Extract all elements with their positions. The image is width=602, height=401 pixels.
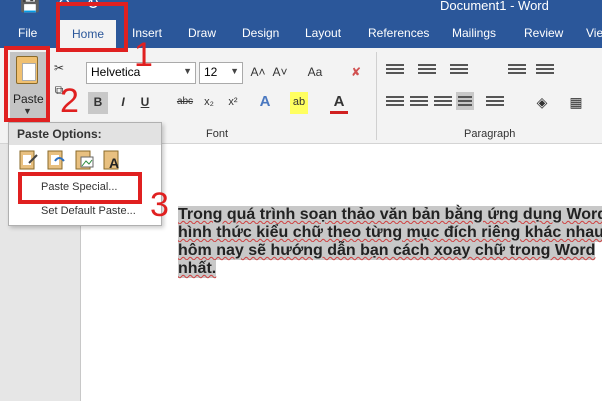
align-center-icon[interactable]	[410, 94, 428, 112]
keep-source-formatting-icon[interactable]	[17, 149, 39, 171]
step-number-3: 3	[150, 186, 169, 224]
align-left-icon[interactable]	[386, 94, 404, 112]
line-spacing-icon[interactable]	[486, 94, 504, 112]
shrink-font-button[interactable]: A˅	[272, 62, 288, 84]
shading-icon[interactable]: ◈	[532, 92, 552, 114]
text-line: hình thức kiểu chữ theo từng mục đích ri…	[178, 224, 602, 242]
merge-formatting-icon[interactable]	[45, 149, 67, 171]
text-line: nhất.	[178, 260, 217, 278]
clear-format-icon[interactable]: ✘	[346, 62, 366, 84]
italic-button[interactable]: I	[116, 92, 130, 114]
highlight-box-paste	[4, 46, 50, 122]
tab-review[interactable]: Review	[524, 26, 563, 40]
tab-references[interactable]: References	[368, 26, 429, 40]
paste-options-header: Paste Options:	[9, 123, 161, 145]
tab-layout[interactable]: Layout	[305, 26, 341, 40]
tab-file[interactable]: File	[18, 26, 37, 40]
bullets-icon[interactable]	[386, 62, 404, 80]
tab-design[interactable]: Design	[242, 26, 279, 40]
step-number-1: 1	[134, 36, 153, 74]
highlight-box-paste-special	[18, 172, 142, 204]
svg-text:A: A	[109, 155, 119, 171]
decrease-indent-icon[interactable]	[508, 62, 526, 80]
font-size-value: 12	[204, 65, 218, 79]
chevron-down-icon: ▼	[230, 66, 239, 76]
font-group-label: Font	[206, 128, 229, 140]
subscript-button[interactable]: x₂	[201, 92, 217, 114]
tab-view[interactable]: Viev	[586, 26, 602, 40]
bold-button[interactable]: B	[88, 92, 108, 114]
increase-indent-icon[interactable]	[536, 62, 554, 80]
strikethrough-button[interactable]: abc	[175, 92, 195, 114]
underline-button[interactable]: U	[138, 92, 152, 114]
change-case-button[interactable]: Aa	[302, 62, 328, 84]
tab-draw[interactable]: Draw	[188, 26, 216, 40]
step-number-2: 2	[60, 82, 79, 120]
justify-icon[interactable]	[456, 92, 474, 110]
highlight-button[interactable]: ab	[290, 92, 308, 114]
numbering-icon[interactable]	[418, 62, 436, 80]
save-icon[interactable]: 💾	[20, 0, 40, 13]
cut-icon[interactable]: ✂	[52, 58, 66, 80]
borders-icon[interactable]: ▦	[566, 92, 586, 114]
text-effects-button[interactable]: A	[256, 92, 274, 114]
text-line: hôm nay sẽ hướng dẫn bạn cách xoay chữ t…	[178, 242, 596, 260]
chevron-down-icon: ▼	[183, 66, 192, 76]
document-text[interactable]: Trong quá trình soạn thảo văn bản bằng ứ…	[178, 206, 602, 278]
picture-paste-icon[interactable]	[73, 149, 95, 171]
paragraph-group-label: Paragraph	[464, 128, 516, 140]
document-title: Document1 - Word	[440, 0, 549, 13]
font-size-combo[interactable]: 12 ▼	[199, 62, 243, 84]
font-name-value: Helvetica	[91, 65, 141, 79]
grow-font-button[interactable]: A˄	[250, 62, 266, 84]
keep-text-only-icon[interactable]: A	[101, 149, 123, 171]
set-default-paste-item[interactable]: Set Default Paste...	[41, 205, 136, 217]
multilevel-list-icon[interactable]	[450, 62, 468, 80]
superscript-button[interactable]: x²	[225, 92, 241, 114]
font-color-button[interactable]: A	[330, 92, 348, 114]
align-right-icon[interactable]	[434, 94, 452, 112]
highlight-box-home-tab	[56, 2, 128, 52]
group-divider	[376, 52, 377, 140]
text-line: Trong quá trình soạn thảo văn bản bằng ứ…	[178, 206, 602, 224]
tab-mailings[interactable]: Mailings	[452, 26, 496, 40]
